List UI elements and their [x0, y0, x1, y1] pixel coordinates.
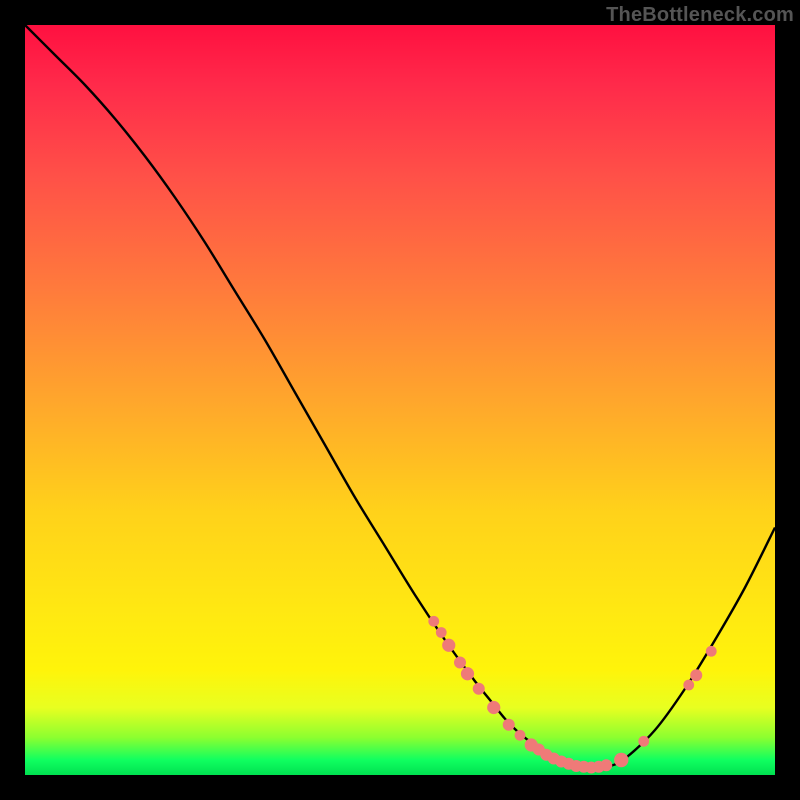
- curve-marker: [473, 683, 485, 695]
- curve-marker: [690, 669, 702, 681]
- watermark-text: TheBottleneck.com: [606, 4, 794, 27]
- plot-area: [25, 25, 775, 775]
- curve-marker: [600, 759, 612, 771]
- curve-marker: [454, 657, 466, 669]
- plot-svg: [25, 25, 775, 775]
- curve-marker: [503, 719, 515, 731]
- curve-marker: [442, 639, 455, 652]
- curve-marker: [638, 736, 649, 747]
- curve-marker: [428, 616, 439, 627]
- chart-stage: TheBottleneck.com: [0, 0, 800, 800]
- curve-marker: [683, 680, 694, 691]
- curve-marker: [461, 667, 474, 680]
- curve-marker: [515, 730, 526, 741]
- curve-marker: [706, 646, 717, 657]
- curve-marker: [436, 627, 447, 638]
- curve-marker: [487, 701, 500, 714]
- curve-marker: [614, 753, 628, 767]
- curve-markers: [428, 616, 716, 774]
- bottleneck-curve: [25, 25, 775, 768]
